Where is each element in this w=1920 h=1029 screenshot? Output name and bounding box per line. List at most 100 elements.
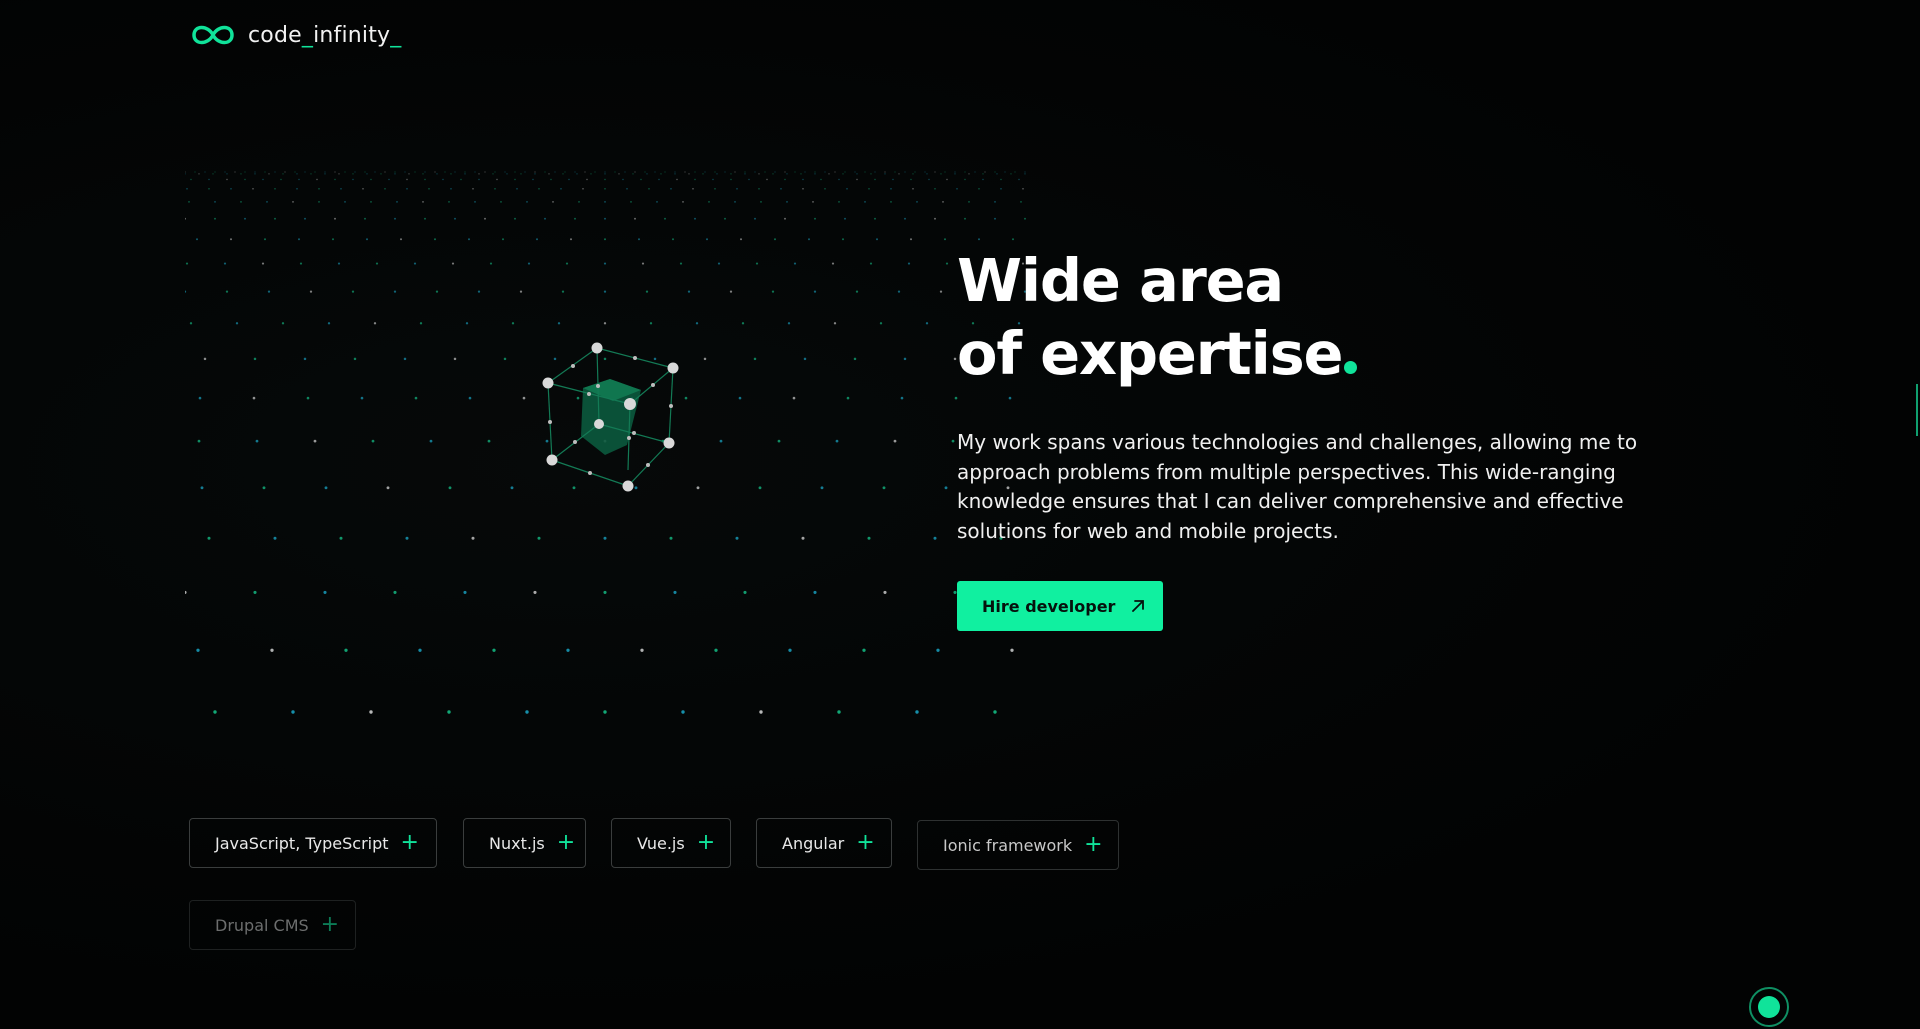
grid-dot bbox=[478, 178, 480, 181]
grid-dot bbox=[824, 171, 826, 173]
grid-dot bbox=[638, 238, 640, 241]
grid-dot bbox=[842, 173, 844, 175]
grid-dot bbox=[185, 217, 186, 220]
grid-dot bbox=[946, 178, 948, 181]
grid-dot bbox=[561, 290, 565, 293]
grid-dot bbox=[645, 290, 649, 293]
grid-dot bbox=[910, 238, 912, 241]
grid-dot bbox=[634, 171, 636, 173]
grid-dot bbox=[754, 217, 756, 220]
grid-dot bbox=[634, 486, 638, 490]
grid-dot bbox=[419, 322, 423, 325]
grid-dot bbox=[801, 536, 805, 540]
grid-dot bbox=[524, 171, 526, 173]
grid-dot bbox=[753, 357, 757, 361]
grid-dot bbox=[934, 188, 936, 190]
hero-title-line1: Wide area bbox=[957, 246, 1284, 315]
grid-dot bbox=[771, 290, 775, 293]
tag-javascript-typescript[interactable]: JavaScript, TypeScript + bbox=[189, 818, 437, 868]
scroll-dot-icon[interactable] bbox=[1749, 987, 1789, 1027]
grid-dot bbox=[553, 357, 557, 361]
grid-dot bbox=[516, 188, 518, 190]
grid-dot bbox=[362, 188, 364, 190]
grid-dot bbox=[898, 173, 900, 175]
grid-dot bbox=[766, 178, 768, 181]
grid-dot bbox=[730, 178, 732, 181]
grid-dot bbox=[968, 201, 970, 203]
grid-dot bbox=[484, 217, 486, 220]
grid-dot bbox=[687, 290, 691, 293]
grid-dot bbox=[235, 322, 239, 325]
grid-dot bbox=[514, 217, 516, 220]
tag-vuejs[interactable]: Vue.js + bbox=[611, 818, 731, 868]
grid-dot bbox=[774, 238, 776, 241]
grid-dot bbox=[646, 173, 648, 175]
grid-dot bbox=[640, 178, 642, 181]
grid-dot bbox=[673, 590, 677, 594]
grid-dot bbox=[622, 178, 624, 181]
grid-dot bbox=[386, 486, 390, 490]
grid-dot bbox=[1000, 178, 1002, 181]
grid-dot bbox=[730, 173, 732, 175]
grid-dot bbox=[422, 173, 424, 175]
grid-dot bbox=[519, 290, 523, 293]
grid-dot bbox=[916, 201, 918, 203]
grid-dot bbox=[360, 396, 364, 400]
grid-dot bbox=[318, 201, 320, 203]
grid-dot bbox=[554, 171, 556, 173]
grid-dot bbox=[695, 322, 699, 325]
grid-dot bbox=[450, 173, 452, 175]
tag-drupal-cms[interactable]: Drupal CMS + bbox=[189, 900, 356, 950]
grid-dot bbox=[223, 262, 227, 265]
grid-dot bbox=[692, 188, 694, 190]
grid-dot bbox=[548, 173, 550, 175]
grid-dot bbox=[894, 171, 896, 173]
grid-dot bbox=[674, 173, 676, 175]
grid-dot bbox=[384, 171, 386, 173]
grid-dot bbox=[296, 173, 298, 175]
grid-dot bbox=[334, 171, 336, 173]
grid-dot bbox=[309, 290, 313, 293]
grid-dot bbox=[450, 188, 452, 190]
tag-nuxtjs[interactable]: Nuxt.js + bbox=[463, 818, 586, 868]
grid-dot bbox=[993, 710, 997, 714]
infinity-icon bbox=[188, 20, 238, 50]
grid-dot bbox=[1020, 201, 1022, 203]
grid-dot bbox=[525, 710, 529, 714]
grid-dot bbox=[254, 171, 256, 173]
grid-dot bbox=[434, 238, 436, 241]
grid-dot bbox=[496, 178, 498, 181]
grid-dot bbox=[964, 178, 966, 181]
grid-dot bbox=[679, 262, 683, 265]
grid-dot bbox=[758, 188, 760, 190]
grid-dot bbox=[264, 171, 266, 173]
grid-dot bbox=[230, 238, 232, 241]
grid-dot bbox=[942, 201, 944, 203]
plus-icon: + bbox=[556, 830, 576, 855]
site-logo[interactable]: code_infinity_ bbox=[188, 20, 401, 50]
grid-dot bbox=[298, 238, 300, 241]
grid-dot bbox=[464, 173, 466, 175]
tag-ionic-framework[interactable]: Ionic framework + bbox=[917, 820, 1119, 870]
grid-dot bbox=[463, 590, 467, 594]
grid-dot bbox=[448, 201, 450, 203]
hire-developer-button[interactable]: Hire developer bbox=[957, 581, 1164, 632]
grid-dot bbox=[281, 322, 285, 325]
grid-dot bbox=[640, 648, 644, 652]
hero-section: Wide area of expertise My work spans var… bbox=[957, 244, 1657, 632]
grid-dot bbox=[910, 178, 912, 181]
grid-dot bbox=[808, 238, 810, 241]
grid-dot bbox=[978, 238, 980, 241]
grid-dot bbox=[864, 201, 866, 203]
grid-dot bbox=[716, 173, 718, 175]
grid-dot bbox=[198, 173, 200, 175]
tag-angular[interactable]: Angular + bbox=[756, 818, 892, 868]
grid-dot bbox=[664, 217, 666, 220]
grid-dot bbox=[915, 710, 919, 714]
grid-dot bbox=[374, 171, 376, 173]
grid-dot bbox=[274, 217, 276, 220]
grid-dot bbox=[719, 439, 723, 443]
grid-dot bbox=[544, 171, 546, 173]
tag-label: Angular bbox=[782, 833, 845, 853]
grid-dot bbox=[474, 171, 476, 173]
